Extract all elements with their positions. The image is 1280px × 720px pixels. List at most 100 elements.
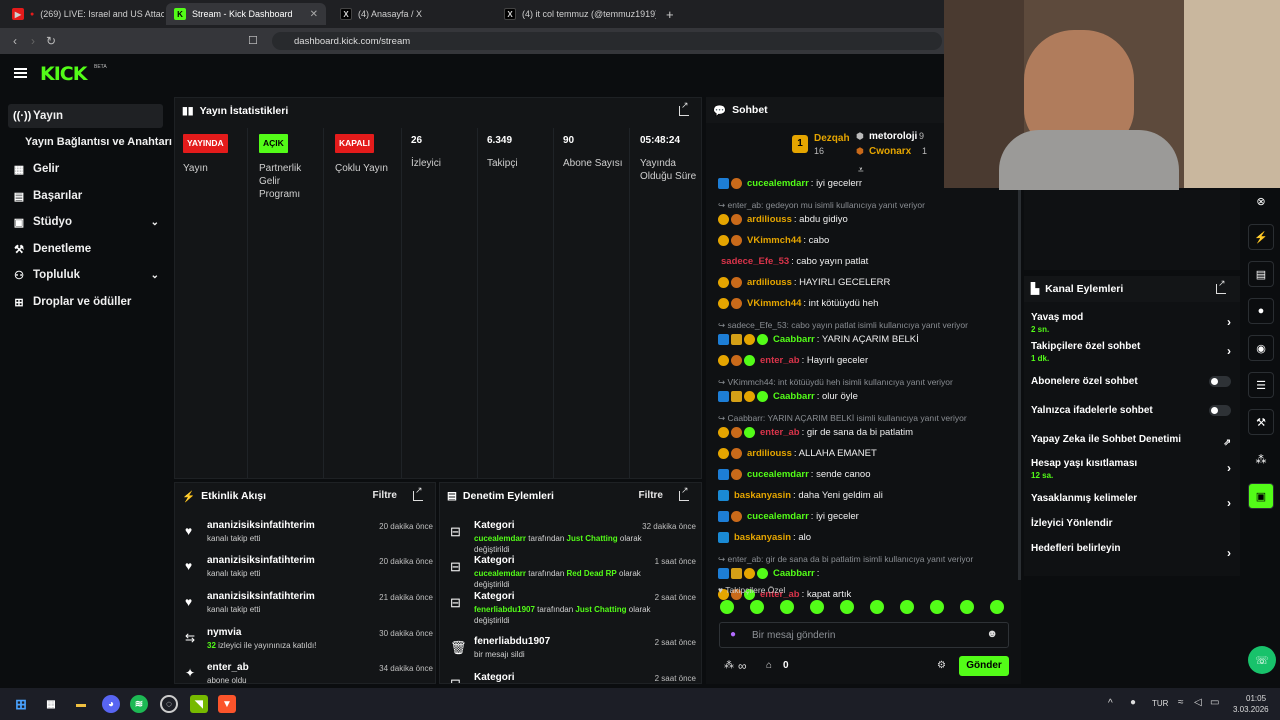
mod-user[interactable]: cucealemdarr	[474, 569, 526, 578]
chat-username[interactable]: cucealemdarr	[747, 511, 809, 522]
chat-username[interactable]: enter_ab	[760, 355, 800, 366]
slow-mode-row[interactable]: Yavaş mod 2 sn. ›	[1031, 312, 1231, 334]
subscribers-only-toggle[interactable]	[1209, 376, 1231, 387]
file-explorer-icon[interactable]: ▬	[72, 695, 90, 713]
tab-kick-dashboard[interactable]: K Stream - Kick Dashboard ✕	[166, 3, 326, 25]
collapse-icon[interactable]: ⩡	[858, 165, 864, 176]
document-icon[interactable]: ▤	[1248, 261, 1274, 287]
taskview-icon[interactable]: ▦	[42, 695, 60, 713]
back-icon[interactable]: ‹	[6, 34, 24, 48]
mic-tray-icon[interactable]: ●	[1130, 697, 1136, 708]
mod-user[interactable]: fenerliabdu1907	[474, 605, 535, 614]
volume-icon[interactable]: ◁	[1194, 697, 1202, 708]
url-field[interactable]: dashboard.kick.com/stream	[272, 32, 942, 50]
layout-icon[interactable]: ☰	[1248, 372, 1274, 398]
emote-icon[interactable]	[720, 600, 734, 614]
send-button[interactable]: Gönder	[959, 656, 1009, 676]
new-tab-button[interactable]: +	[658, 3, 682, 25]
sidebar-item-droplar[interactable]: ⊞ Droplar ve ödüller	[8, 290, 163, 314]
activity-user[interactable]: enter_ab	[207, 662, 249, 673]
chat-username[interactable]: cucealemdarr	[747, 178, 809, 189]
activity-user[interactable]: ananizisiksinfatihterim	[207, 591, 315, 602]
tray-chevron-icon[interactable]: ^	[1108, 698, 1113, 709]
support-icon[interactable]: ☏	[1248, 646, 1276, 674]
spotify-icon[interactable]: ≋	[130, 695, 148, 713]
chat-username[interactable]: Caabbarr	[773, 568, 815, 579]
filter-button[interactable]: Filtre	[373, 490, 397, 501]
emote-icon[interactable]	[750, 600, 764, 614]
windows-start-icon[interactable]: ⊞	[12, 695, 30, 713]
tab-x-profile[interactable]: X (4) it col temmuz (@temmuz1919) / ...	[496, 3, 656, 25]
chat-username[interactable]: ardiliouss	[747, 214, 792, 225]
emote-icon[interactable]	[990, 600, 1004, 614]
banned-words-row[interactable]: Yasaklanmış kelimeler ›	[1031, 493, 1231, 510]
emote-icon[interactable]	[960, 600, 974, 614]
reload-icon[interactable]: ↻	[42, 34, 60, 48]
goals-row[interactable]: Hedefleri belirleyin ›	[1031, 543, 1231, 560]
chat-input[interactable]: ● Bir mesaj gönderin ☻	[719, 622, 1009, 648]
discord-icon[interactable]: ◕	[102, 695, 120, 713]
mod-user[interactable]: cucealemdarr	[474, 534, 526, 543]
kick-app-icon[interactable]: ▣	[1248, 483, 1274, 509]
sidebar-item-basarilar[interactable]: ▤ Başarılar	[8, 184, 163, 208]
language-indicator[interactable]: TUR	[1152, 699, 1168, 708]
expand-icon[interactable]	[1216, 278, 1226, 294]
sidebar-item-denetleme[interactable]: ⚒ Denetleme	[8, 237, 163, 261]
bolt-icon[interactable]: ⚡	[1248, 224, 1274, 250]
expand-icon[interactable]	[679, 485, 689, 501]
emote-icon[interactable]	[810, 600, 824, 614]
chat-scrollbar[interactable]	[1018, 180, 1021, 580]
chat-username[interactable]: cucealemdarr	[747, 469, 809, 480]
sidebar-item-yayin[interactable]: ((·)) Yayın	[8, 104, 163, 128]
emoji-icon[interactable]: ☻	[986, 628, 998, 640]
chat-bubble-icon[interactable]: ●	[1248, 298, 1274, 324]
emote-icon[interactable]	[780, 600, 794, 614]
close-tab-icon[interactable]: ✕	[310, 9, 318, 20]
wrench-icon[interactable]: ⚒	[1248, 409, 1274, 435]
close-panel-icon[interactable]: ⊗	[1248, 188, 1274, 214]
sidebar-item-stream-key[interactable]: Yayın Bağlantısı ve Anahtarı	[20, 130, 175, 154]
chat-username[interactable]: VKimmch44	[747, 298, 801, 309]
chat-username[interactable]: baskanyasin	[734, 532, 791, 543]
tab-x-home[interactable]: X (4) Anasayfa / X	[332, 3, 492, 25]
chat-username[interactable]: ardiliouss	[747, 448, 792, 459]
activity-user[interactable]: ananizisiksinfatihterim	[207, 555, 315, 566]
host-row[interactable]: İzleyici Yönlendir	[1031, 518, 1231, 529]
chat-username[interactable]: Caabbarr	[773, 334, 815, 345]
leaderboard-third[interactable]: ⬢ Cwonarx 1	[856, 146, 936, 158]
tab-youtube[interactable]: ▶ ● (269) LIVE: Israel and US Attack I..…	[4, 3, 164, 25]
users-icon[interactable]: ⁂	[1248, 446, 1274, 472]
settings-gear-icon[interactable]: ⚙	[937, 660, 946, 671]
sidebar-item-gelir[interactable]: ▦ Gelir	[8, 157, 163, 181]
kick-logo[interactable]: KICK	[40, 63, 87, 85]
emote-icon[interactable]	[840, 600, 854, 614]
followers-only-row[interactable]: Takipçilere özel sohbet 1 dk. ›	[1031, 341, 1231, 363]
leaderboard-second[interactable]: ⬢ metoroloji 9	[856, 131, 936, 143]
chat-username[interactable]: enter_ab	[760, 427, 800, 438]
nvidia-icon[interactable]: ◥	[190, 695, 208, 713]
brave-browser-icon[interactable]: ▼	[218, 695, 236, 713]
battery-icon[interactable]: ▭	[1210, 697, 1219, 708]
ai-moderation-row[interactable]: Yapay Zeka ile Sohbet Denetimi ⇗	[1031, 434, 1231, 447]
leaderboard-first[interactable]: 1 Dezqah 16	[792, 131, 852, 159]
bookmark-icon[interactable]: ☐	[248, 34, 258, 47]
mod-action[interactable]: fenerliabdu1907	[474, 636, 550, 647]
mic-icon[interactable]: ●	[730, 629, 736, 640]
expand-icon[interactable]	[413, 485, 423, 501]
emote-icon[interactable]	[930, 600, 944, 614]
clock-time[interactable]: 01:05	[1246, 694, 1266, 703]
emote-icon[interactable]	[900, 600, 914, 614]
sidebar-item-studyo[interactable]: ▣ Stüdyo ⌄	[8, 210, 163, 234]
forward-icon[interactable]: ›	[24, 34, 42, 48]
account-age-row[interactable]: Hesap yaşı kısıtlaması 12 sa. ›	[1031, 458, 1231, 480]
chat-username[interactable]: Caabbarr	[773, 391, 815, 402]
emote-icon[interactable]	[870, 600, 884, 614]
wifi-icon[interactable]: ≈	[1178, 697, 1184, 708]
sidebar-item-topluluk[interactable]: ⚇ Topluluk ⌄	[8, 263, 163, 287]
menu-icon[interactable]	[14, 68, 27, 78]
points-icon[interactable]: ⁂	[724, 660, 734, 671]
activity-user[interactable]: nymvia	[207, 627, 241, 638]
steam-icon[interactable]: ◌	[160, 695, 178, 713]
chat-username[interactable]: sadece_Efe_53	[721, 256, 789, 267]
clock-date[interactable]: 3.03.2026	[1233, 705, 1269, 714]
